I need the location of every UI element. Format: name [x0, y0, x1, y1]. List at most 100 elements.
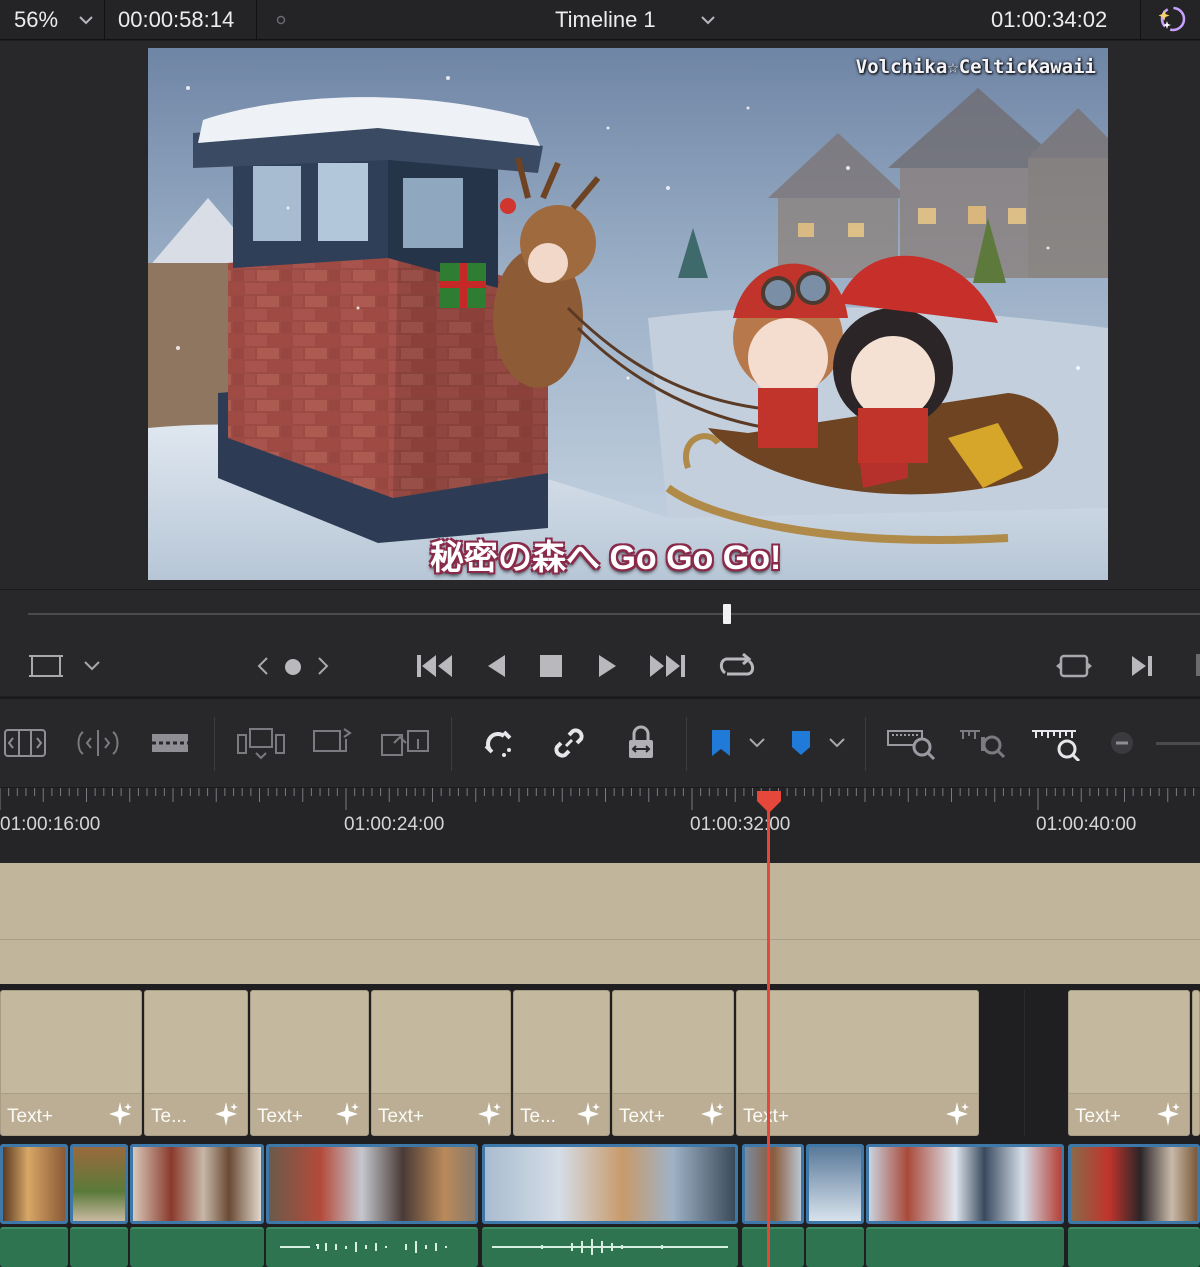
prev-marker-icon[interactable] [252, 654, 274, 678]
video-clip[interactable] [742, 1144, 804, 1224]
video-clip[interactable] [0, 1144, 68, 1224]
next-marker-icon[interactable] [312, 654, 334, 678]
audio-clip[interactable] [0, 1227, 68, 1267]
fx-sparkle-icon[interactable] [1155, 0, 1187, 40]
sparkle-icon [701, 1102, 724, 1126]
jump-to-start-icon[interactable] [414, 652, 456, 680]
insert-clip-icon[interactable] [232, 721, 290, 765]
sparkle-icon [215, 1102, 238, 1126]
clip-label: Text+ [1075, 1106, 1121, 1127]
loop-icon[interactable] [716, 650, 758, 682]
text-plus-clip[interactable]: Te... [144, 990, 248, 1136]
sparkle-icon [577, 1102, 600, 1126]
trim-edit-icon[interactable] [0, 721, 52, 765]
zoom-full-icon[interactable] [884, 721, 938, 765]
play-icon[interactable] [594, 652, 622, 680]
audio-clip[interactable] [130, 1227, 264, 1267]
sparkle-icon [336, 1102, 359, 1126]
overwrite-clip-icon[interactable] [306, 721, 358, 765]
text-plus-clip[interactable]: Te... [513, 990, 610, 1136]
clip-label: Text+ [7, 1106, 53, 1127]
audio-clip[interactable] [70, 1227, 128, 1267]
zoom-level[interactable]: 56% [14, 0, 58, 40]
video-clip[interactable] [482, 1144, 738, 1224]
zoom-custom-icon[interactable] [1028, 721, 1082, 765]
text-plus-clip[interactable]: Text+ [0, 990, 142, 1136]
video-clip[interactable] [866, 1144, 1064, 1224]
audio-clip[interactable] [806, 1227, 864, 1267]
text-plus-clip[interactable] [1192, 990, 1200, 1136]
flag-dropdown-chevron-icon[interactable] [744, 721, 770, 765]
ruler-label: 01:00:24:00 [344, 814, 445, 835]
clip-label: Te... [151, 1106, 187, 1127]
text-plus-clip[interactable]: Text+ [612, 990, 734, 1136]
video-clip[interactable] [266, 1144, 478, 1224]
timeline-tracks: Text+ Te... Text+ Text+ Te... Text+ Text… [0, 863, 1200, 1267]
text-plus-clip[interactable]: Text+ [736, 990, 979, 1136]
timeline-dropdown-chevron-icon[interactable] [700, 0, 716, 40]
clip-label: Text+ [378, 1106, 424, 1127]
current-timecode[interactable]: 01:00:34:02 [991, 0, 1107, 40]
zoom-out-icon[interactable] [1104, 721, 1140, 765]
safe-area-chevron-icon[interactable] [80, 656, 104, 676]
marker-dot-icon[interactable] [282, 656, 304, 678]
audio-clip[interactable] [866, 1227, 1064, 1267]
safe-area-icon[interactable] [28, 650, 64, 682]
clip-label: Text+ [257, 1106, 303, 1127]
playhead-handle-icon[interactable] [755, 789, 783, 820]
sparkle-icon [1157, 1102, 1180, 1126]
text-plus-clip[interactable]: Text+ [250, 990, 369, 1136]
overflow-edge [1196, 654, 1200, 676]
scrub-bar[interactable] [28, 613, 1200, 615]
timeline-ruler[interactable]: 01:00:16:00 01:00:24:00 01:00:32:00 01:0… [0, 787, 1200, 863]
upper-track-clip[interactable] [0, 940, 1200, 984]
timeline-name[interactable]: Timeline 1 [555, 0, 656, 40]
watermark-text: Volchika☆CelticKawaii [855, 56, 1096, 78]
zoom-detail-icon[interactable] [956, 721, 1010, 765]
sparkle-icon [109, 1102, 132, 1126]
ruler-ticks [0, 788, 1195, 810]
audio-clip[interactable] [1068, 1227, 1200, 1267]
replace-clip-icon[interactable] [376, 721, 434, 765]
linked-selection-icon[interactable] [546, 721, 592, 765]
position-lock-icon[interactable] [618, 721, 664, 765]
clip-label: Text+ [619, 1106, 665, 1127]
text-plus-clip[interactable]: Text+ [1068, 990, 1190, 1136]
video-clip[interactable] [70, 1144, 128, 1224]
snapping-icon[interactable] [476, 721, 522, 765]
play-reverse-icon[interactable] [482, 652, 510, 680]
ruler-label: 01:00:40:00 [1036, 814, 1137, 835]
match-frame-icon[interactable] [1054, 652, 1094, 680]
jump-to-end-icon[interactable] [646, 652, 688, 680]
stop-icon[interactable] [536, 652, 566, 680]
playhead-line[interactable] [767, 808, 770, 1267]
audio-clip[interactable] [266, 1227, 478, 1267]
audio-waveform [280, 1241, 447, 1253]
scrub-handle[interactable] [723, 604, 731, 624]
video-clip[interactable] [130, 1144, 264, 1224]
video-clip[interactable] [1068, 1144, 1200, 1224]
flag-icon[interactable] [704, 721, 738, 765]
zoom-slider[interactable] [1156, 742, 1200, 745]
blade-icon[interactable] [144, 721, 196, 765]
unsaved-dot-icon [276, 0, 286, 40]
clip-label: Te... [520, 1106, 556, 1127]
ruler-label: 01:00:16:00 [0, 814, 101, 835]
audio-clip[interactable] [742, 1227, 804, 1267]
transport-controls [0, 589, 1200, 696]
viewer-header: 56% 00:00:58:14 Timeline 1 01:00:34:02 [0, 0, 1200, 40]
text-plus-clip[interactable]: Text+ [371, 990, 511, 1136]
upper-track-clip[interactable] [0, 863, 1200, 939]
sparkle-icon [478, 1102, 501, 1126]
marker-icon[interactable] [784, 721, 818, 765]
dynamic-trim-icon[interactable] [72, 721, 124, 765]
marker-dropdown-chevron-icon[interactable] [824, 721, 850, 765]
video-clip[interactable] [806, 1144, 864, 1224]
clip-label: Text+ [743, 1106, 789, 1127]
edit-toolbar [0, 697, 1200, 787]
zoom-dropdown-chevron-icon[interactable] [78, 0, 94, 40]
next-edit-icon[interactable] [1128, 652, 1156, 680]
audio-clip[interactable] [482, 1227, 738, 1267]
duration-timecode: 00:00:58:14 [118, 7, 235, 32]
video-frame[interactable]: Volchika☆CelticKawaii 秘密の森へ Go Go Go! [148, 48, 1108, 580]
